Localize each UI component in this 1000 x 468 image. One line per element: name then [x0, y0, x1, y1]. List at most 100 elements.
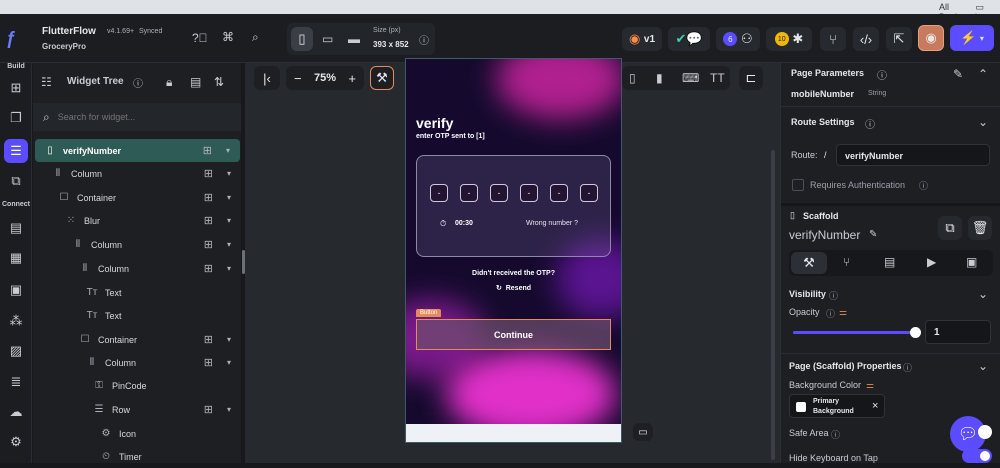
help-icon[interactable]: ?⃝ [192, 31, 208, 45]
database-icon[interactable]: ▤ [6, 218, 26, 238]
pin-box[interactable]: - [520, 184, 538, 202]
widget-search-field[interactable]: ⌕ [33, 103, 241, 131]
cloud-icon[interactable]: ☁ [6, 402, 26, 422]
sort-icon[interactable]: ⇅ [214, 75, 224, 89]
tree-item-column[interactable]: ⦀ Column ⊞ ▾ [33, 351, 241, 374]
add-child-icon[interactable]: ⊞ [204, 191, 213, 204]
command-icon[interactable]: ⌘ [222, 30, 234, 44]
tree-item-timer[interactable]: ⏲ Timer [33, 445, 241, 468]
add-child-icon[interactable]: ⊞ [204, 214, 213, 227]
chevron-down-icon[interactable]: ▾ [227, 216, 231, 225]
opacity-slider-knob[interactable] [910, 327, 921, 338]
collaborators-button[interactable]: 6 ⚇ [716, 27, 760, 51]
tree-item-text[interactable]: Tт Text [33, 304, 241, 327]
magic-edit-icon[interactable]: ⚒ [370, 66, 394, 90]
tab-backend-query-icon[interactable]: ⑂ [843, 255, 850, 269]
tree-item-column[interactable]: ⦀ Column ⊞ ▾ [33, 257, 241, 280]
continue-button[interactable]: Continue [416, 319, 611, 350]
tree-item-column[interactable]: ⦀ Column ⊞ ▾ [33, 233, 241, 256]
settings-gear-icon[interactable]: ⚙ [6, 432, 26, 452]
requires-auth-checkbox[interactable] [792, 179, 804, 191]
tree-item-pincode[interactable]: ⚿ PinCode [33, 374, 241, 397]
pin-box[interactable]: - [580, 184, 598, 202]
chevron-down-icon[interactable]: ▾ [226, 146, 230, 155]
preview-eye-icon[interactable]: ◉ [918, 25, 944, 51]
tree-structure-icon[interactable]: ⊏ [739, 66, 763, 90]
info-icon[interactable]: ⓘ [903, 361, 912, 374]
canvas-scrollbar[interactable] [771, 150, 775, 460]
branch-icon[interactable]: ⑂ [820, 27, 846, 51]
edit-pencil-icon[interactable]: ✎ [869, 229, 877, 240]
pin-box[interactable]: - [550, 184, 568, 202]
add-child-icon[interactable]: ⊞ [204, 167, 213, 180]
clear-x-icon[interactable]: × [872, 400, 878, 412]
tree-item-row[interactable]: ☰ Row ⊞ ▾ [33, 398, 241, 421]
chevron-up-icon[interactable]: ⌃ [978, 67, 988, 81]
hide-keyboard-toggle[interactable] [962, 449, 992, 463]
chevron-down-icon[interactable]: ▾ [227, 169, 231, 178]
tab-actions-icon[interactable]: ▶ [927, 255, 936, 269]
chevron-down-icon[interactable]: ▾ [227, 240, 231, 249]
background-color-picker[interactable]: Primary Background × [789, 394, 885, 418]
chevron-down-icon[interactable]: ▾ [227, 193, 231, 202]
share-icon[interactable]: ⇱ [886, 27, 912, 51]
storage-icon[interactable]: ▣ [6, 280, 26, 300]
info-icon[interactable]: ⓘ [831, 428, 840, 441]
tab-state-icon[interactable]: ▣ [966, 255, 977, 269]
integrations-icon[interactable]: ⁂ [6, 311, 26, 331]
device-frame-icon[interactable]: ▮ [656, 71, 663, 85]
edit-pencil-icon[interactable]: ✎ [953, 67, 963, 81]
opacity-input[interactable]: 1 [925, 320, 991, 344]
add-child-icon[interactable]: ⊞ [204, 238, 213, 251]
components-icon[interactable]: ⧉ [6, 171, 26, 191]
tree-item-icon[interactable]: ⚙ Icon [33, 422, 241, 445]
resend-button[interactable]: ↻ Resend [406, 284, 621, 292]
tree-item-text[interactable]: Tт Text [33, 281, 241, 304]
chevron-down-icon[interactable]: ⌄ [978, 359, 988, 373]
add-child-icon[interactable]: ⊞ [204, 356, 213, 369]
keyboard-toggle-icon[interactable]: ▭ [633, 423, 653, 441]
zoom-out-icon[interactable]: − [294, 71, 302, 86]
tree-item-blur[interactable]: ⁙ Blur ⊞ ▾ [33, 209, 241, 232]
route-input[interactable]: verifyNumber [836, 144, 990, 166]
media-icon[interactable]: ▨ [6, 341, 26, 361]
add-child-icon[interactable]: ⊞ [203, 144, 212, 157]
list-icon[interactable]: ≣ [6, 372, 26, 392]
tab-properties-icon[interactable]: ⚒ [791, 252, 827, 274]
tree-item-column[interactable]: ⦀ Column ⊞ ▾ [33, 162, 241, 185]
tab-data-icon[interactable]: ▤ [884, 255, 895, 269]
variable-icon[interactable]: ⚌ [839, 307, 847, 318]
tree-item-verifynumber[interactable]: ▯ verifyNumber ⊞ ▾ [35, 139, 240, 162]
opacity-slider-track[interactable] [793, 331, 915, 334]
info-icon[interactable]: ⓘ [829, 289, 838, 302]
comments-button[interactable]: ✔ 💬 [668, 27, 710, 51]
info-icon[interactable]: ⓘ [826, 307, 835, 320]
tablet-device-icon[interactable]: ▭ [322, 32, 333, 46]
add-child-icon[interactable]: ⊞ [204, 333, 213, 346]
info-icon[interactable]: ⓘ [865, 116, 875, 131]
copy-icon[interactable]: ⧉ [938, 216, 962, 240]
variable-icon[interactable]: ⚌ [866, 380, 874, 391]
chevron-down-icon[interactable]: ▾ [227, 264, 231, 273]
api-icon[interactable]: ▦ [6, 248, 26, 268]
chevron-down-icon[interactable]: ▾ [227, 405, 231, 414]
add-widget-icon[interactable]: ⊞ [6, 78, 26, 98]
pin-box[interactable]: - [490, 184, 508, 202]
pages-icon[interactable]: ❐ [6, 108, 26, 128]
chevron-down-icon[interactable]: ⌄ [978, 287, 988, 301]
desktop-device-icon[interactable]: ▬ [348, 32, 360, 46]
add-child-icon[interactable]: ⊞ [204, 403, 213, 416]
tree-item-container[interactable]: ☐ Container ⊞ ▾ [33, 328, 241, 351]
phone-frame-icon[interactable]: ▯ [629, 71, 636, 85]
wrong-number-link[interactable]: Wrong number ? [526, 220, 578, 227]
chevron-down-icon[interactable]: ⌄ [978, 115, 988, 129]
add-child-icon[interactable]: ⊞ [204, 262, 213, 275]
lock-icon[interactable]: 🔒︎ [166, 75, 172, 90]
widget-tree-icon[interactable]: ☰ [4, 139, 28, 163]
search-icon[interactable]: ⌕ [252, 30, 259, 45]
zoom-in-icon[interactable]: + [348, 71, 356, 86]
layers-icon[interactable]: ▤ [190, 75, 201, 89]
widget-search-input[interactable] [57, 112, 218, 122]
tree-info-icon[interactable]: ⓘ [133, 75, 143, 90]
safe-area-toggle[interactable] [978, 425, 992, 439]
